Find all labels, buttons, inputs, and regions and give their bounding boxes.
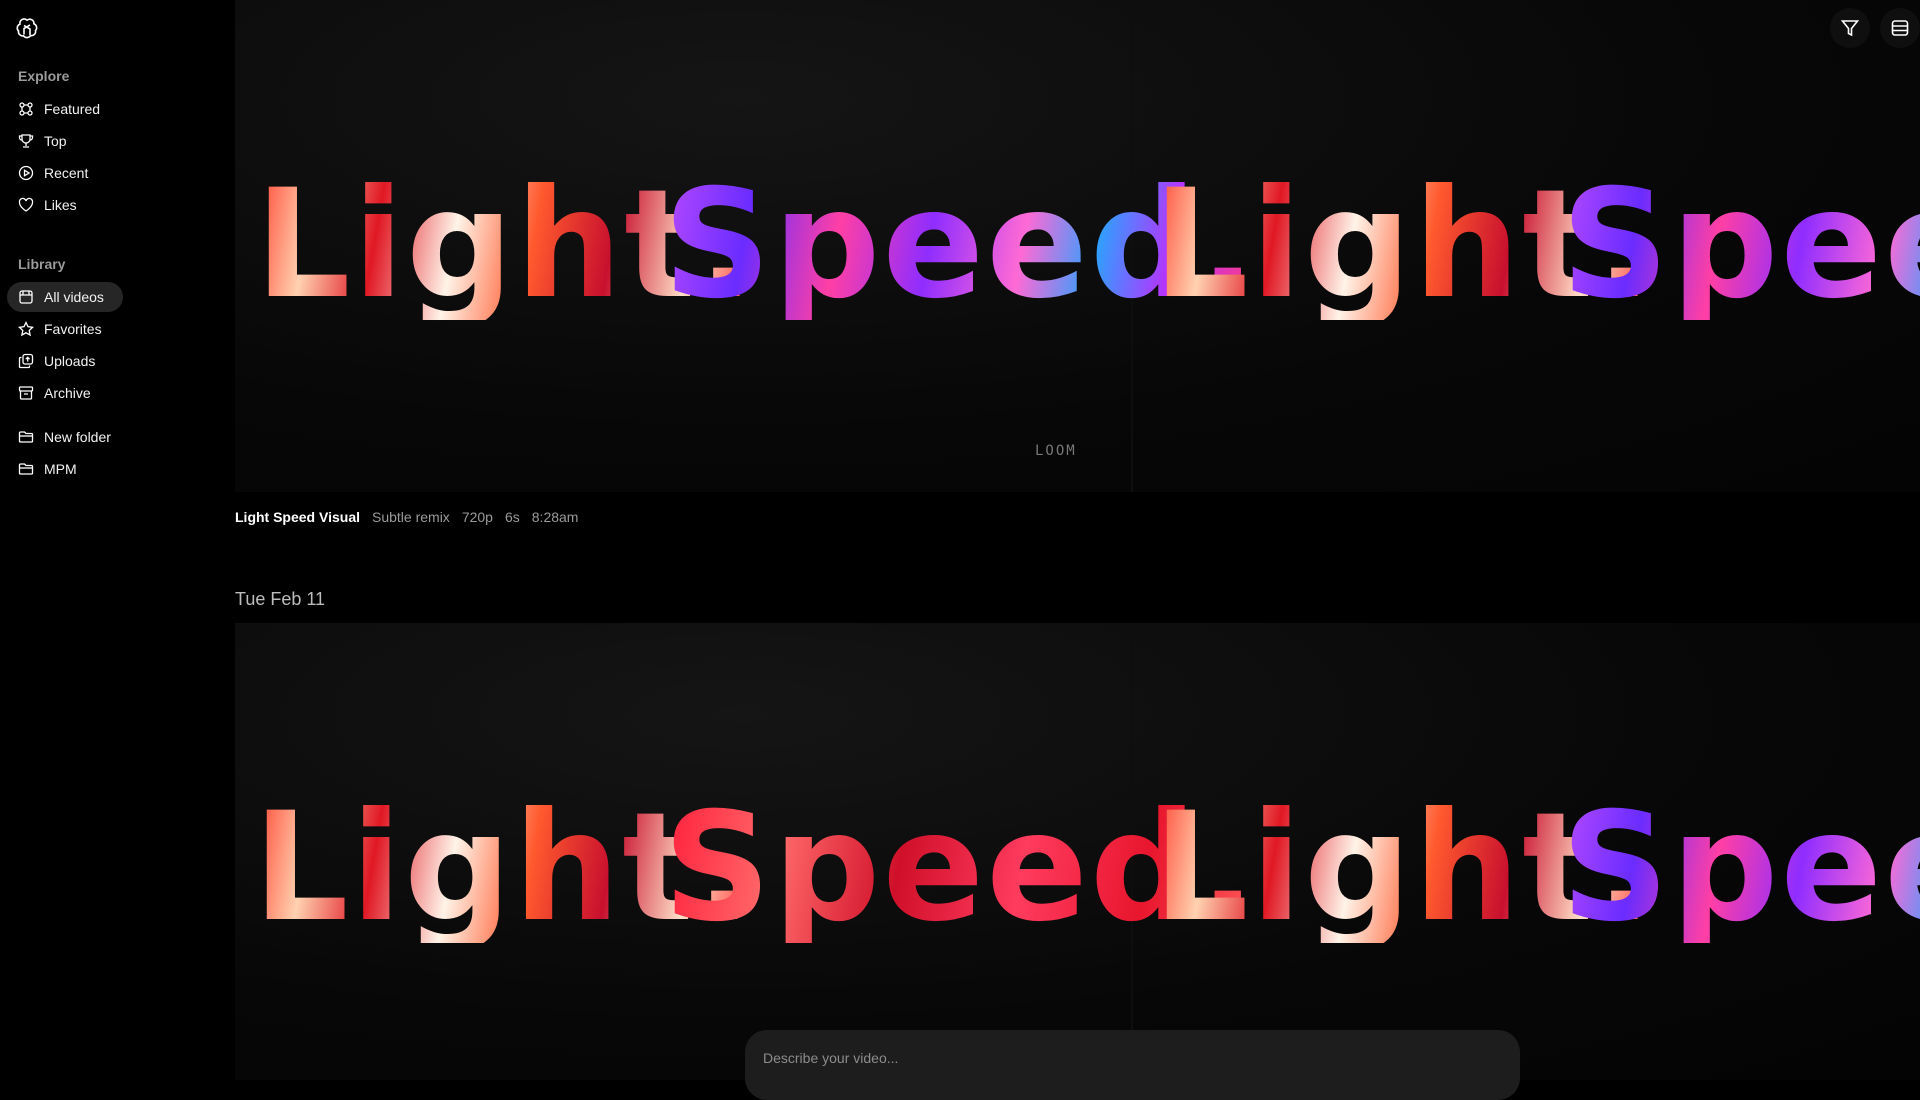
video-variant: Subtle remix: [372, 509, 450, 525]
sidebar-item-recent[interactable]: Recent: [7, 158, 123, 188]
video-duration: 6s: [504, 509, 520, 525]
sidebar-item-label: Favorites: [44, 321, 102, 337]
sidebar-item-label: New folder: [44, 429, 111, 445]
uploads-icon: [18, 353, 34, 369]
sidebar-item-label: Uploads: [44, 353, 96, 369]
explore-section-title: Explore: [18, 68, 70, 84]
video-resolution: 720p: [461, 509, 493, 525]
sidebar-item-archive[interactable]: Archive: [7, 378, 123, 408]
archive-icon: [18, 385, 34, 401]
trophy-icon: [18, 133, 34, 149]
folder-icon: [18, 461, 34, 477]
layout-button[interactable]: [1880, 8, 1920, 48]
date-heading: Tue Feb 11: [235, 589, 326, 609]
heart-icon: [18, 197, 34, 213]
sidebar-item-likes[interactable]: Likes: [7, 190, 123, 220]
sidebar-item-new-folder[interactable]: New folder: [7, 422, 123, 452]
sidebar-item-label: MPM: [44, 461, 77, 477]
sidebar-item-favorites[interactable]: Favorites: [7, 314, 123, 344]
new-folder-icon: [18, 429, 34, 445]
play-circle-icon: [18, 165, 34, 181]
frame-text: Speed: [1561, 793, 1920, 943]
library-section-title: Library: [18, 256, 66, 272]
sidebar-item-label: Archive: [44, 385, 91, 401]
featured-icon: [18, 101, 34, 117]
describe-video-input[interactable]: [763, 1050, 1502, 1066]
openai-logo-icon[interactable]: [15, 17, 39, 41]
filter-button[interactable]: [1830, 8, 1870, 48]
sidebar: Explore Featured Top Recent Likes Librar…: [0, 0, 235, 1080]
video-title[interactable]: Light Speed Visual: [235, 509, 360, 525]
frame-text: Speed: [1561, 170, 1920, 320]
sidebar-item-uploads[interactable]: Uploads: [7, 346, 123, 376]
video-thumbnail[interactable]: Light. Speed. Light. Speed: [235, 623, 1920, 1080]
video-time: 8:28am: [531, 509, 579, 525]
prompt-bar: [745, 1030, 1520, 1100]
top-toolbar: [1830, 8, 1920, 48]
video-meta: Light Speed Visual Subtle remix 720p 6s …: [235, 509, 578, 525]
filter-icon: [1840, 20, 1860, 37]
videos-icon: [18, 289, 34, 305]
sidebar-item-label: Top: [44, 133, 67, 149]
sidebar-item-label: Likes: [44, 197, 77, 213]
sidebar-item-label: Featured: [44, 101, 101, 117]
sidebar-item-all-videos[interactable]: All videos: [7, 282, 123, 312]
sidebar-item-label: Recent: [44, 165, 89, 181]
sidebar-item-mpm[interactable]: MPM: [7, 454, 123, 484]
video-thumbnail[interactable]: Light. Speed. Light. Speed: [235, 0, 1920, 492]
layout-icon: [1891, 20, 1909, 36]
sidebar-item-top[interactable]: Top: [7, 126, 123, 156]
watermark: LOOM: [1035, 443, 1077, 459]
star-icon: [18, 321, 34, 337]
sidebar-item-featured[interactable]: Featured: [7, 94, 123, 124]
sidebar-item-label: All videos: [44, 289, 104, 305]
